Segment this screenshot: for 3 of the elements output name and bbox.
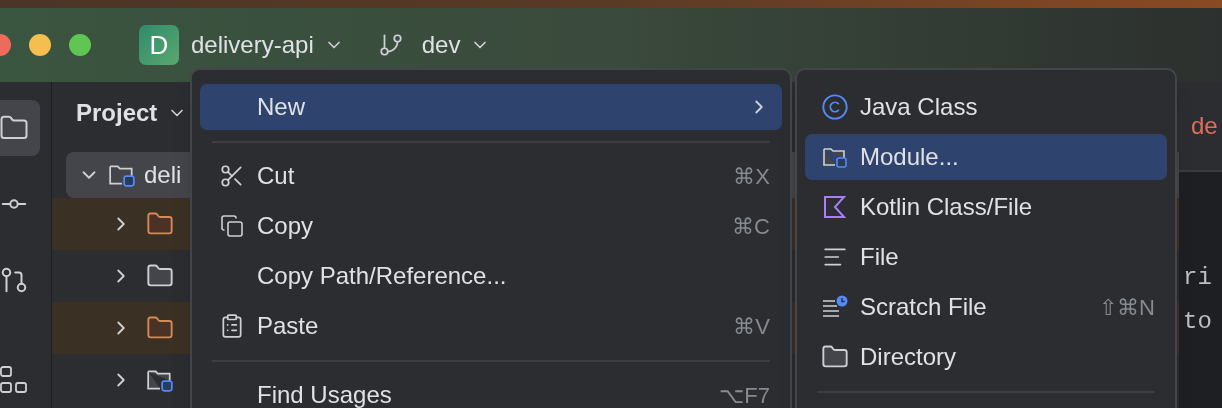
project-badge: D bbox=[139, 25, 179, 65]
code-line: to bbox=[1183, 307, 1213, 334]
code-line: ri bbox=[1183, 263, 1213, 290]
